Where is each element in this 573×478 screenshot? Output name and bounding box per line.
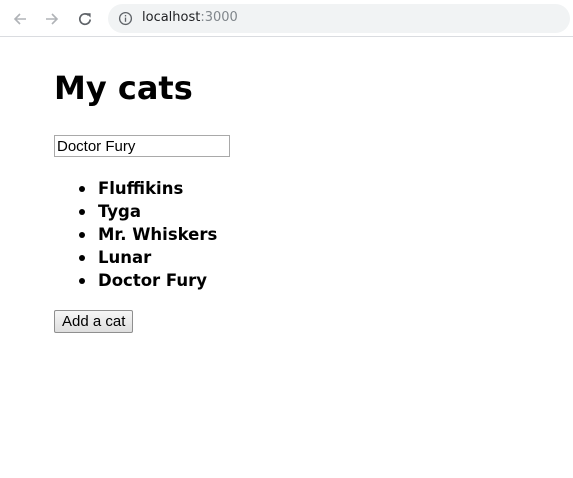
- list-item: Doctor Fury: [79, 269, 217, 292]
- cat-name: Tyga: [98, 202, 141, 221]
- list-item: Mr. Whiskers: [79, 223, 218, 246]
- url-port: :3000: [200, 10, 238, 25]
- list-item: Fluffikins: [79, 177, 217, 200]
- page-title: My cats: [54, 69, 193, 107]
- cat-name: Lunar: [98, 248, 152, 267]
- reload-button[interactable]: [75, 9, 95, 29]
- forward-button[interactable]: [42, 9, 62, 29]
- bullet-icon: [79, 255, 85, 261]
- browser-toolbar: localhost:3000: [0, 0, 573, 37]
- address-bar[interactable]: localhost:3000: [108, 4, 570, 33]
- arrow-left-icon: [13, 13, 26, 25]
- bullet-icon: [79, 278, 85, 284]
- cat-name: Mr. Whiskers: [98, 225, 218, 244]
- cat-name: Doctor Fury: [98, 271, 208, 290]
- list-item: Tyga: [79, 200, 217, 223]
- cat-list: Fluffikins Tyga Mr. Whiskers Lunar Docto…: [54, 177, 217, 292]
- cat-name: Fluffikins: [98, 179, 184, 198]
- arrow-right-icon: [46, 13, 59, 25]
- info-icon[interactable]: [118, 11, 133, 26]
- back-button[interactable]: [10, 9, 30, 29]
- list-item: Lunar: [79, 246, 217, 269]
- add-cat-button[interactable]: Add a cat: [54, 310, 134, 333]
- cat-name-input[interactable]: [54, 135, 230, 157]
- url-host: localhost: [142, 10, 201, 25]
- bullet-icon: [79, 232, 85, 238]
- bullet-icon: [79, 209, 85, 215]
- url-text: localhost:3000: [142, 10, 238, 26]
- reload-icon: [79, 13, 92, 26]
- bullet-icon: [79, 186, 85, 192]
